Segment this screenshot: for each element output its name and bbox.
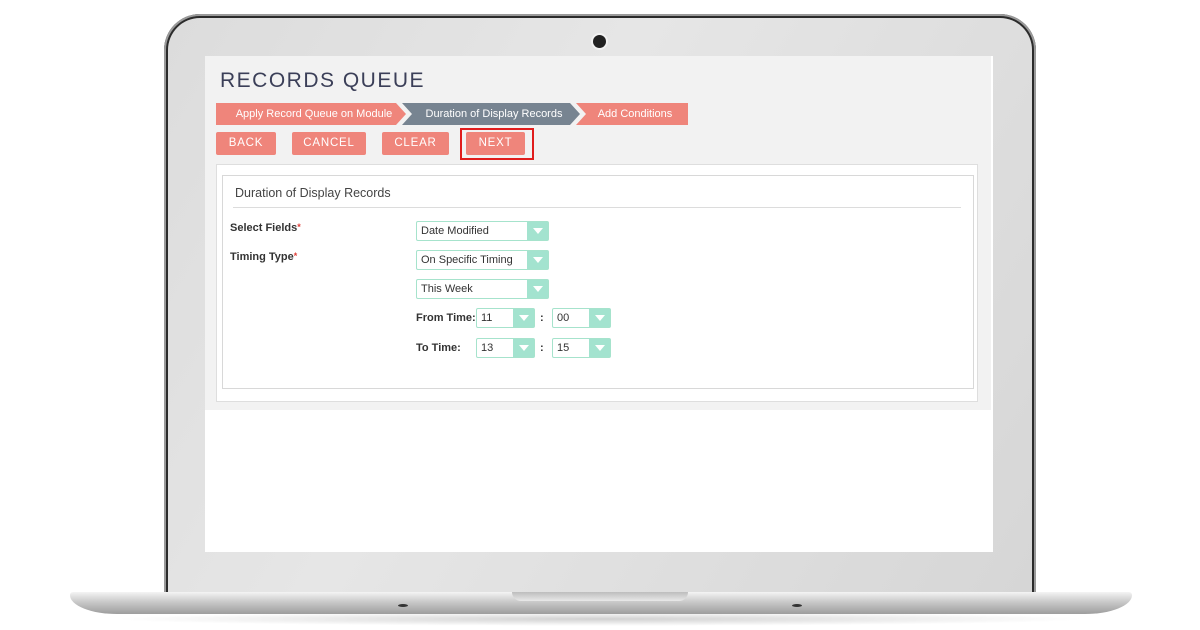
wizard-step-apply-module[interactable]: Apply Record Queue on Module [216,103,406,125]
from-time-label: From Time: [416,312,476,324]
laptop-shadow [110,612,1090,626]
chevron-down-icon[interactable] [527,222,548,240]
wizard-step-label: Apply Record Queue on Module [235,108,393,120]
to-time-label: To Time: [416,342,461,354]
from-hour-value: 11 [481,312,493,324]
cancel-button[interactable]: CANCEL [292,132,366,155]
next-button-highlight [460,128,534,160]
timing-type-label: Timing Type* [230,251,297,263]
timing-type-label-text: Timing Type [230,251,294,263]
chevron-down-icon[interactable] [513,339,534,357]
page-title: RECORDS QUEUE [220,69,426,92]
wizard-step-duration[interactable]: Duration of Display Records [402,103,580,125]
wizard-step-add-conditions[interactable]: Add Conditions [576,103,688,125]
period-value: This Week [421,283,473,295]
time-separator: : [540,342,544,354]
chevron-down-icon[interactable] [527,251,548,269]
to-hour-dropdown[interactable]: 13 [476,338,535,358]
from-hour-dropdown[interactable]: 11 [476,308,535,328]
panel-title: Duration of Display Records [235,186,391,200]
select-fields-dropdown[interactable]: Date Modified [416,221,549,241]
chevron-down-icon[interactable] [527,280,548,298]
select-fields-value: Date Modified [421,225,489,237]
timing-type-dropdown[interactable]: On Specific Timing [416,250,549,270]
chevron-down-icon[interactable] [589,339,610,357]
wizard-step-label: Add Conditions [597,108,673,120]
to-minute-dropdown[interactable]: 15 [552,338,611,358]
required-mark: * [297,222,301,232]
from-minute-dropdown[interactable]: 00 [552,308,611,328]
period-dropdown[interactable]: This Week [416,279,549,299]
laptop-screen: RECORDS QUEUE Apply Record Queue on Modu… [205,56,993,552]
to-minute-value: 15 [557,342,570,354]
select-fields-label: Select Fields* [230,222,301,234]
webcam-icon [593,35,606,48]
chevron-down-icon[interactable] [513,309,534,327]
duration-panel: Duration of Display Records Select Field… [222,175,974,389]
chevron-down-icon[interactable] [589,309,610,327]
records-queue-app: RECORDS QUEUE Apply Record Queue on Modu… [205,56,991,410]
required-mark: * [293,251,298,261]
time-separator: : [540,312,544,324]
panel-container: Duration of Display Records Select Field… [216,164,978,402]
timing-type-value: On Specific Timing [421,254,513,266]
panel-divider [233,207,961,208]
laptop-notch [512,592,688,601]
laptop-foot [792,604,802,607]
laptop-foot [398,604,408,607]
wizard-step-label: Duration of Display Records [425,108,563,120]
from-minute-value: 00 [557,312,570,324]
to-hour-value: 13 [481,342,494,354]
select-fields-label-text: Select Fields [230,222,298,234]
clear-button[interactable]: CLEAR [382,132,449,155]
back-button[interactable]: BACK [216,132,276,155]
